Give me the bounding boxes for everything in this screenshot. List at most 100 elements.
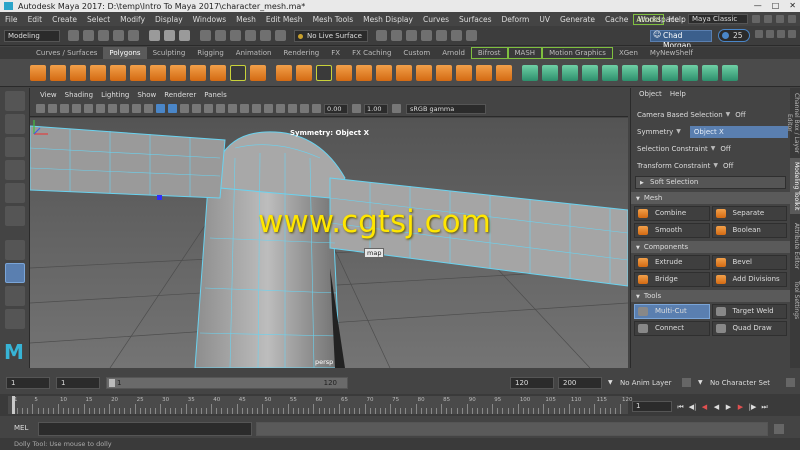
time-slider-track[interactable]: 1 5 10 15 20 25 30 35 40 45 50 55 60 65 70 75 80 85 90 95 10… <box>8 396 633 414</box>
multi-cut-button[interactable]: Multi-Cut <box>634 304 710 319</box>
snap-plane-icon[interactable] <box>245 30 256 41</box>
menu-modify[interactable]: Modify <box>115 15 150 24</box>
snap-point-icon[interactable] <box>230 30 241 41</box>
poly-text-icon[interactable] <box>230 64 246 81</box>
render-settings-icon[interactable] <box>421 30 432 41</box>
menu-windows[interactable]: Windows <box>188 15 231 24</box>
shelf-tab-rigging[interactable]: Rigging <box>191 47 230 59</box>
poly-cylinder-icon[interactable] <box>70 64 86 81</box>
single-perspective-layout-icon[interactable] <box>4 286 25 306</box>
select-object-icon[interactable] <box>164 30 175 41</box>
mesh-section-header[interactable]: ▼ Mesh <box>631 192 790 204</box>
current-time-indicator[interactable] <box>12 396 15 414</box>
tab-attribute-editor[interactable]: Attribute Editor <box>790 218 800 274</box>
bridge-button[interactable]: Bridge <box>634 272 710 287</box>
backface-culling-icon[interactable] <box>299 104 309 113</box>
poly-cone-icon[interactable] <box>90 64 106 81</box>
rotate-tool-icon[interactable] <box>4 183 25 203</box>
menu-curves[interactable]: Curves <box>418 15 454 24</box>
hypershade-icon[interactable] <box>436 30 447 41</box>
snap-grid-icon[interactable] <box>200 30 211 41</box>
current-tool-icon[interactable] <box>4 263 25 283</box>
user-account-button[interactable]: Chad Morgan <box>650 30 712 50</box>
add-divisions-button[interactable]: Add Divisions <box>711 272 787 287</box>
gate-mask-icon[interactable] <box>119 104 129 113</box>
layout-icon-2[interactable] <box>764 15 772 23</box>
cut-uv-icon[interactable] <box>662 64 678 81</box>
maximize-icon[interactable]: □ <box>772 1 780 10</box>
menu-deform[interactable]: Deform <box>496 15 534 24</box>
extrude-icon[interactable] <box>356 64 372 81</box>
gamma-icon[interactable] <box>351 104 361 113</box>
history-icon[interactable] <box>376 30 387 41</box>
end-time-field[interactable]: 200 <box>558 377 602 389</box>
snap-curve-icon[interactable] <box>215 30 226 41</box>
uv-shell-icon[interactable] <box>722 64 738 81</box>
separate-button[interactable]: Separate <box>711 206 787 221</box>
view-transform-select[interactable]: sRGB gamma <box>406 103 486 114</box>
field-chart-icon[interactable] <box>131 104 141 113</box>
poly-disc-icon[interactable] <box>150 64 166 81</box>
quad-draw-button[interactable]: Quad Draw <box>711 321 787 336</box>
grid-icon[interactable] <box>83 104 93 113</box>
menu-mesh-display[interactable]: Mesh Display <box>358 15 418 24</box>
snap-live-icon[interactable] <box>275 30 286 41</box>
quadrangulate-icon[interactable] <box>496 64 512 81</box>
boolean-button[interactable]: Boolean <box>711 223 787 238</box>
planar-map-icon[interactable] <box>522 64 538 81</box>
smooth-shade-icon[interactable] <box>167 104 177 113</box>
viewport-persp[interactable]: Symmetry: Object X www.cgtsj.com map per… <box>30 118 628 368</box>
bevel-button[interactable]: Bevel <box>711 255 787 270</box>
panel-menu-object[interactable]: Object <box>635 90 666 98</box>
render-view-icon[interactable] <box>451 30 462 41</box>
new-scene-icon[interactable] <box>68 30 79 41</box>
fill-hole-icon[interactable] <box>436 64 452 81</box>
bridge-icon[interactable] <box>376 64 392 81</box>
transform-constraint-row[interactable]: Transform Constraint ▼ Off <box>631 157 790 174</box>
menu-surfaces[interactable]: Surfaces <box>454 15 496 24</box>
play-forward-icon[interactable]: ▶ <box>724 402 733 412</box>
menu-generate[interactable]: Generate <box>555 15 600 24</box>
close-icon[interactable]: ✕ <box>789 1 796 10</box>
menu-select[interactable]: Select <box>82 15 115 24</box>
wireframe-icon[interactable] <box>155 104 165 113</box>
shelf-tab-fx-caching[interactable]: FX Caching <box>346 47 397 59</box>
shelf-tab-rendering[interactable]: Rendering <box>277 47 325 59</box>
workspace-select[interactable]: Maya Classic <box>688 14 748 24</box>
boolean-icon[interactable] <box>316 64 332 81</box>
tab-tool-settings[interactable]: Tool Settings <box>790 278 800 322</box>
motion-blur-icon[interactable] <box>227 104 237 113</box>
shelf-tab-mynewshelf[interactable]: MyNewShelf <box>644 47 699 59</box>
resolution-gate-icon[interactable] <box>107 104 117 113</box>
shelf-tab-fx[interactable]: FX <box>325 47 346 59</box>
separate-icon[interactable] <box>296 64 312 81</box>
four-view-layout-icon[interactable] <box>4 309 25 329</box>
menu-set-select[interactable]: Modeling <box>4 29 60 42</box>
prev-key-icon[interactable]: ◀ <box>700 402 709 412</box>
select-component-icon[interactable] <box>179 30 190 41</box>
range-slider[interactable]: 1 120 <box>106 377 348 389</box>
current-frame-field[interactable]: 1 <box>632 401 672 412</box>
shadows-icon[interactable] <box>203 104 213 113</box>
go-to-end-icon[interactable]: ⏭ <box>760 402 769 412</box>
shelf-tab-arnold[interactable]: Arnold <box>436 47 471 59</box>
character-set-select[interactable]: ▼ No Character Set <box>698 377 770 389</box>
anim-layer-select[interactable]: ▼ No Anim Layer <box>608 377 671 389</box>
shelf-tab-animation[interactable]: Animation <box>230 47 278 59</box>
range-slider-handle[interactable] <box>109 379 115 387</box>
lights-icon[interactable] <box>191 104 201 113</box>
menu-uv[interactable]: UV <box>534 15 555 24</box>
command-input[interactable] <box>38 422 252 436</box>
shelf-tab-curves-surfaces[interactable]: Curves / Surfaces <box>30 47 103 59</box>
tab-channel-box[interactable]: Channel Box / Layer Editor <box>786 90 800 156</box>
attribute-editor-toggle-icon[interactable] <box>766 30 774 38</box>
poly-sphere-icon[interactable] <box>30 64 46 81</box>
viewport-menu-view[interactable]: View <box>36 91 61 99</box>
extrude-button[interactable]: Extrude <box>634 255 710 270</box>
poly-cube-icon[interactable] <box>50 64 66 81</box>
shelf-tab-custom[interactable]: Custom <box>397 47 436 59</box>
sew-uv-icon[interactable] <box>682 64 698 81</box>
viewport-menu-panels[interactable]: Panels <box>200 91 231 99</box>
bevel-icon[interactable] <box>396 64 412 81</box>
exposure-icon[interactable] <box>311 104 321 113</box>
